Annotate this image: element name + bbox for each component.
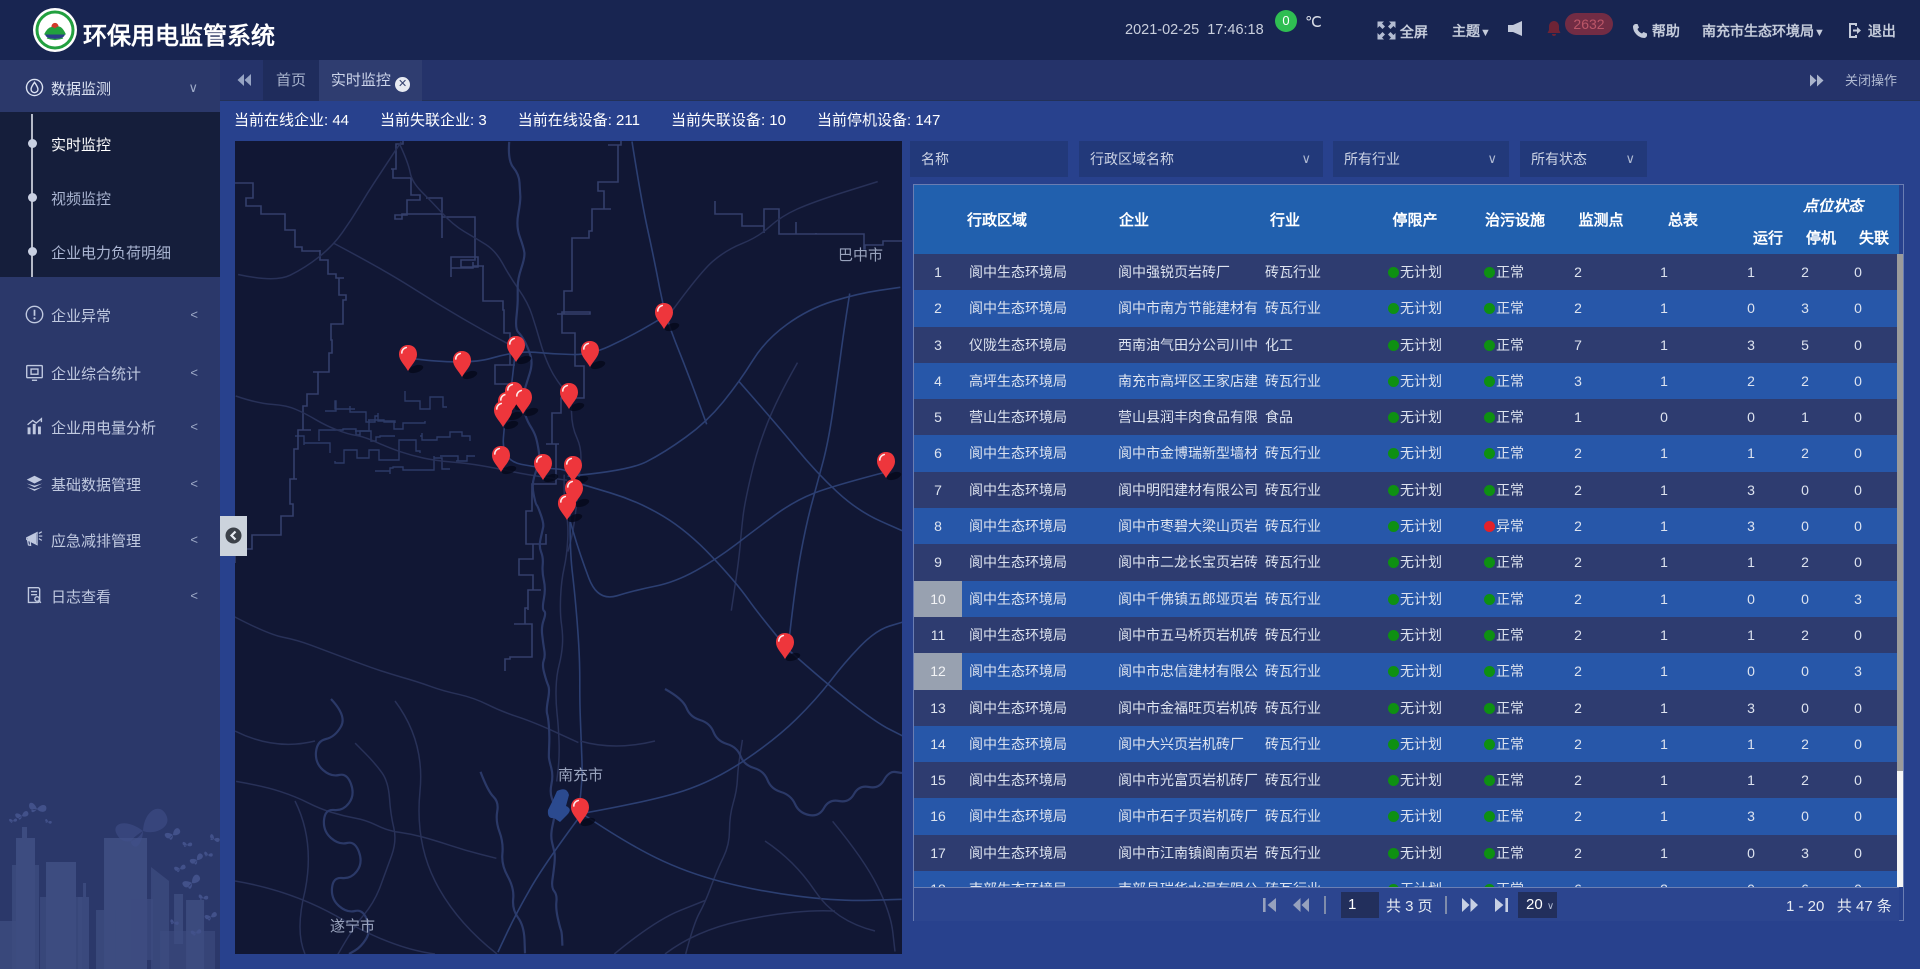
svg-text:南充市: 南充市 bbox=[558, 767, 603, 784]
svg-text:巴中市: 巴中市 bbox=[838, 247, 883, 264]
svg-text:遂宁市: 遂宁市 bbox=[330, 918, 375, 935]
